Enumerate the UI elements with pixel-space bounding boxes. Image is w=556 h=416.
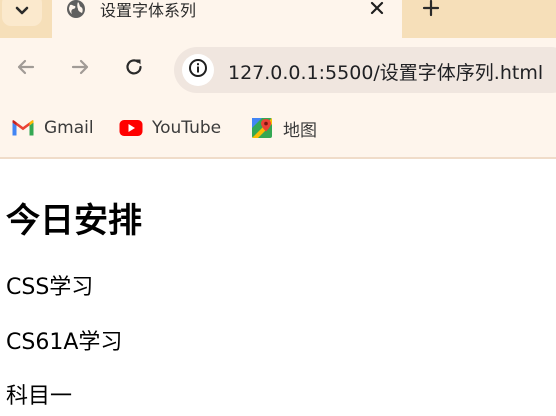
tab-title: 设置字体系列	[100, 1, 197, 20]
browser-tab[interactable]: 设置字体系列	[52, 0, 402, 38]
globe-icon	[66, 0, 86, 19]
chevron-down-icon	[15, 1, 29, 20]
bookmark-youtube[interactable]: YouTube	[119, 115, 221, 141]
reload-icon	[123, 56, 145, 82]
url-text[interactable]: 127.0.0.1:5500/设置字体序列.html	[228, 58, 543, 85]
back-button[interactable]	[12, 55, 40, 83]
bookmark-gmail[interactable]: Gmail	[11, 115, 94, 141]
reload-button[interactable]	[120, 55, 148, 83]
plus-icon	[422, 0, 440, 21]
paragraph: CSS学习	[6, 275, 94, 300]
arrow-right-icon	[69, 56, 91, 82]
arrow-left-icon	[15, 56, 37, 82]
forward-button[interactable]	[66, 55, 94, 83]
paragraph: CS61A学习	[6, 330, 123, 355]
maps-icon	[250, 117, 274, 139]
close-icon[interactable]	[366, 0, 388, 19]
address-bar[interactable]: 127.0.0.1:5500/设置字体序列.html	[174, 47, 556, 93]
page-title: 今日安排	[6, 201, 142, 241]
paragraph: 科目一	[6, 384, 73, 409]
bookmark-label: YouTube	[152, 118, 222, 138]
youtube-icon	[119, 117, 143, 139]
bookmarks-bar: Gmail YouTube 地图	[0, 100, 556, 159]
page-content: 今日安排 CSS学习 CS61A学习 科目一	[0, 159, 556, 416]
browser-toolbar: 127.0.0.1:5500/设置字体序列.html	[0, 38, 556, 100]
bookmark-label: Gmail	[44, 118, 94, 138]
tab-strip: 设置字体系列	[0, 0, 556, 38]
info-icon	[188, 58, 208, 82]
gmail-icon	[11, 117, 35, 139]
bookmark-label: 地图	[283, 120, 317, 141]
site-info-button[interactable]	[182, 54, 214, 86]
new-tab-button[interactable]	[414, 0, 448, 26]
tab-search-button[interactable]	[2, 0, 42, 26]
bookmark-maps[interactable]: 地图	[250, 115, 317, 141]
